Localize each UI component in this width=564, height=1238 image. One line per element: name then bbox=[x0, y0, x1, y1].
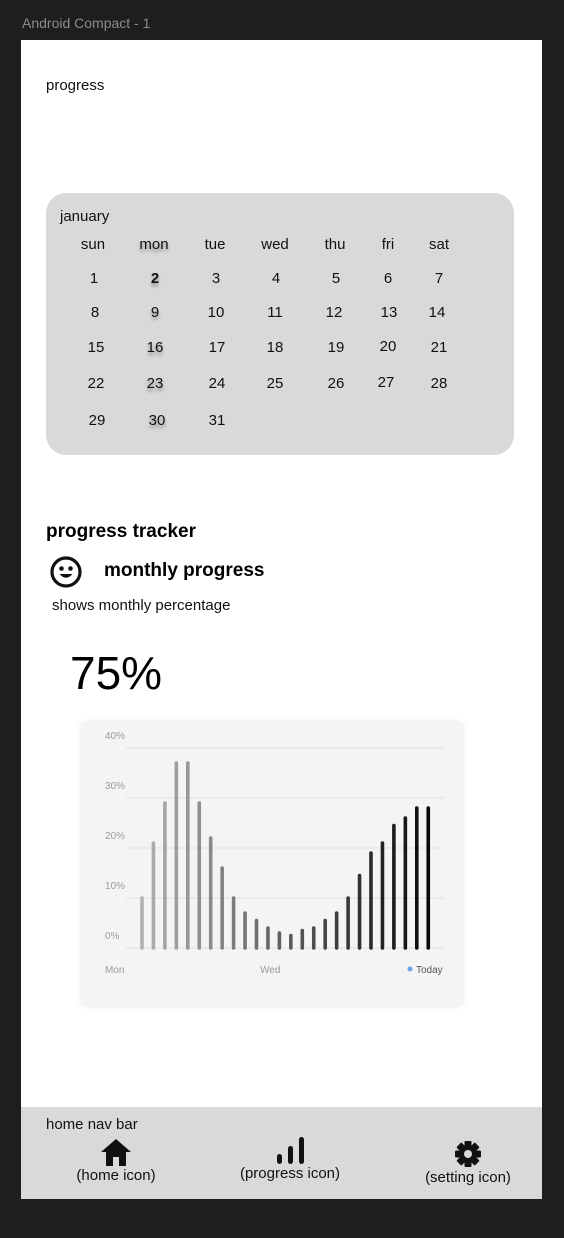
calendar-day[interactable]: 23 bbox=[135, 375, 175, 392]
chart-ytick-label: 0% bbox=[105, 931, 120, 942]
page-heading: progress bbox=[46, 77, 105, 94]
gear-icon bbox=[455, 1141, 481, 1167]
calendar-day[interactable]: 5 bbox=[316, 270, 356, 287]
nav-progress-label: (progress icon) bbox=[239, 1165, 341, 1182]
calendar-day[interactable]: 31 bbox=[197, 412, 237, 429]
calendar-day[interactable]: 17 bbox=[197, 339, 237, 356]
calendar-day[interactable]: 20 bbox=[368, 338, 408, 355]
weekday-sat: sat bbox=[428, 236, 449, 253]
nav-settings-button[interactable]: (setting icon) bbox=[418, 1139, 518, 1186]
calendar-month: january bbox=[60, 208, 110, 225]
calendar-day[interactable]: 24 bbox=[197, 375, 237, 392]
weekday-wed: wed bbox=[261, 236, 289, 253]
calendar: january sun mon tue wed thu fri sat 1 2 … bbox=[46, 193, 514, 455]
monthly-progress-title: monthly progress bbox=[104, 560, 265, 581]
calendar-day[interactable]: 9 bbox=[135, 304, 175, 321]
weekday-tue: tue bbox=[204, 236, 226, 253]
progress-tracker-title: progress tracker bbox=[46, 521, 196, 542]
chart-xtick-label: Mon bbox=[105, 965, 124, 976]
bar-chart-icon bbox=[277, 1137, 304, 1164]
app-screen: progress january sun mon tue wed thu fri… bbox=[21, 40, 542, 1199]
calendar-day[interactable]: 28 bbox=[419, 375, 459, 392]
chart-ytick-label: 20% bbox=[105, 831, 125, 842]
nav-home-label: (home icon) bbox=[76, 1167, 156, 1184]
chart-ytick-label: 40% bbox=[105, 731, 125, 742]
chart-ytick-label: 10% bbox=[105, 881, 125, 892]
calendar-day[interactable]: 14 bbox=[417, 304, 457, 321]
monthly-progress-subtitle: shows monthly percentage bbox=[52, 597, 231, 614]
frame-label: Android Compact - 1 bbox=[22, 15, 151, 31]
chart-legend-dot bbox=[407, 966, 413, 972]
progress-percentage: 75% bbox=[70, 647, 163, 699]
calendar-day-today[interactable]: 2 bbox=[135, 270, 175, 287]
smiley-face-icon bbox=[50, 556, 82, 588]
nav-bar-title: home nav bar bbox=[46, 1116, 138, 1133]
nav-progress-button[interactable]: (progress icon) bbox=[235, 1135, 345, 1182]
weekday-fri: fri bbox=[381, 236, 395, 253]
calendar-day[interactable]: 6 bbox=[368, 270, 408, 287]
calendar-day[interactable]: 27 bbox=[366, 374, 406, 391]
nav-settings-label: (setting icon) bbox=[425, 1169, 511, 1186]
calendar-day[interactable]: 12 bbox=[314, 304, 354, 321]
calendar-day[interactable]: 30 bbox=[137, 412, 177, 429]
calendar-day[interactable]: 7 bbox=[419, 270, 459, 287]
weekday-sun: sun bbox=[80, 236, 106, 253]
calendar-day[interactable]: 19 bbox=[316, 339, 356, 356]
calendar-day[interactable]: 8 bbox=[75, 304, 115, 321]
calendar-day[interactable]: 13 bbox=[369, 304, 409, 321]
progress-chart-svg: 40% 30% 20% 10% 0% Mon Wed Today bbox=[105, 731, 444, 976]
calendar-day[interactable]: 21 bbox=[419, 339, 459, 356]
calendar-day[interactable]: 22 bbox=[76, 375, 116, 392]
chart-xtick-label: Wed bbox=[260, 965, 280, 976]
calendar-day[interactable]: 18 bbox=[255, 339, 295, 356]
chart-ytick-label: 30% bbox=[105, 781, 125, 792]
nav-home-button[interactable]: (home icon) bbox=[71, 1137, 161, 1184]
calendar-day[interactable]: 26 bbox=[316, 375, 356, 392]
calendar-day[interactable]: 3 bbox=[196, 270, 236, 287]
calendar-day[interactable]: 16 bbox=[135, 339, 175, 356]
weekday-mon: mon bbox=[139, 236, 169, 253]
calendar-day[interactable]: 25 bbox=[255, 375, 295, 392]
calendar-day[interactable]: 11 bbox=[255, 304, 295, 321]
calendar-day[interactable]: 10 bbox=[196, 304, 236, 321]
progress-chart: 40% 30% 20% 10% 0% Mon Wed Today bbox=[80, 721, 464, 1007]
calendar-day[interactable]: 15 bbox=[76, 339, 116, 356]
chart-legend-label: Today bbox=[416, 965, 443, 976]
calendar-day[interactable]: 4 bbox=[256, 270, 296, 287]
calendar-day[interactable]: 29 bbox=[77, 412, 117, 429]
weekday-thu: thu bbox=[324, 236, 346, 253]
calendar-day[interactable]: 1 bbox=[74, 270, 114, 287]
home-icon bbox=[101, 1139, 131, 1166]
home-nav-bar: home nav bar (home icon) (progress icon) bbox=[21, 1107, 542, 1199]
